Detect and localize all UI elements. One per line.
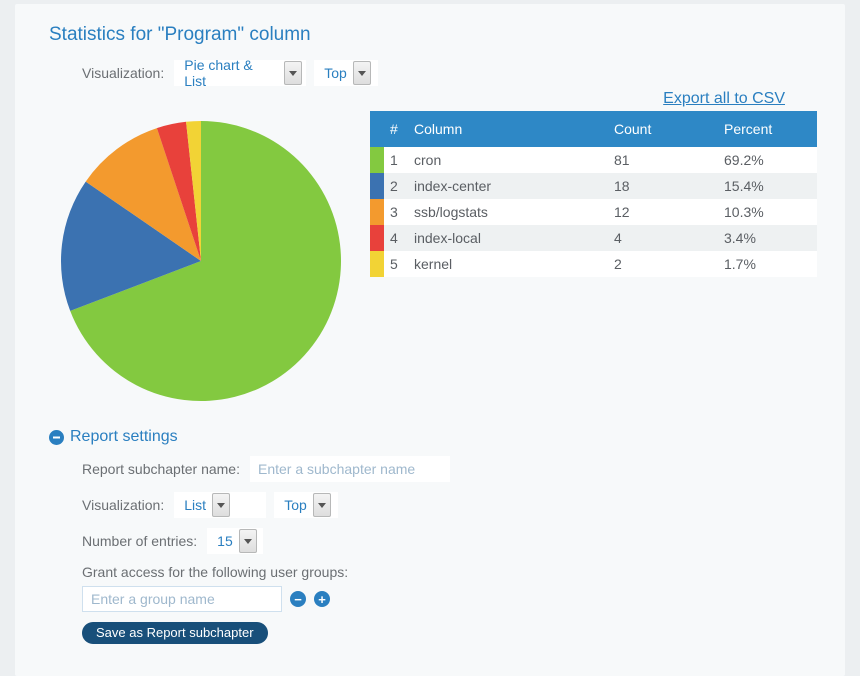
chevron-down-icon — [239, 529, 257, 553]
table-row: 5kernel21.7% — [370, 251, 817, 277]
row-percent: 10.3% — [724, 204, 817, 220]
visualization-type-value: Pie chart & List — [184, 57, 278, 89]
row-number: 4 — [384, 230, 414, 246]
row-count: 81 — [614, 152, 724, 168]
row-color-swatch — [370, 173, 384, 199]
row-number: 5 — [384, 256, 414, 272]
row-color-swatch — [370, 199, 384, 225]
col-percent-header: Percent — [724, 121, 817, 137]
table-header: # Column Count Percent — [370, 111, 817, 147]
report-settings-header[interactable]: Report settings — [49, 428, 817, 446]
row-count: 12 — [614, 204, 724, 220]
add-group-button[interactable]: + — [314, 591, 330, 607]
row-color-swatch — [370, 225, 384, 251]
row-column: ssb/logstats — [414, 204, 614, 220]
row-column: cron — [414, 152, 614, 168]
table-row: 1cron8169.2% — [370, 147, 817, 173]
table-row: 4index-local43.4% — [370, 225, 817, 251]
chevron-down-icon — [284, 61, 302, 85]
visualization-label: Visualization: — [82, 65, 164, 81]
col-num-header: # — [384, 121, 414, 137]
report-settings-title: Report settings — [70, 428, 178, 446]
remove-group-button[interactable]: − — [290, 591, 306, 607]
row-color-swatch — [370, 251, 384, 277]
number-of-entries-select[interactable]: 15 — [207, 528, 263, 554]
row-count: 18 — [614, 178, 724, 194]
row-percent: 69.2% — [724, 152, 817, 168]
settings-visualization-order-select[interactable]: Top — [274, 492, 338, 518]
table-row: 2index-center1815.4% — [370, 173, 817, 199]
row-column: index-local — [414, 230, 614, 246]
settings-visualization-type-value: List — [184, 497, 206, 513]
user-groups-label: Grant access for the following user grou… — [82, 564, 807, 580]
save-subchapter-button[interactable]: Save as Report subchapter — [82, 622, 268, 644]
stats-table: # Column Count Percent 1cron8169.2%2inde… — [370, 111, 817, 277]
pie-chart — [56, 116, 346, 406]
collapse-icon — [49, 430, 64, 445]
row-percent: 3.4% — [724, 230, 817, 246]
settings-visualization-type-select[interactable]: List — [174, 492, 266, 518]
subchapter-name-label: Report subchapter name: — [82, 461, 240, 477]
number-of-entries-label: Number of entries: — [82, 533, 197, 549]
panel-title: Statistics for "Program" column — [49, 24, 817, 46]
col-column-header: Column — [414, 121, 614, 137]
number-of-entries-value: 15 — [217, 533, 233, 549]
settings-visualization-label: Visualization: — [82, 497, 164, 513]
row-count: 2 — [614, 256, 724, 272]
report-settings: Report settings Report subchapter name: … — [49, 428, 817, 644]
chevron-down-icon — [212, 493, 230, 517]
col-count-header: Count — [614, 121, 724, 137]
row-column: index-center — [414, 178, 614, 194]
user-groups-input[interactable] — [82, 586, 282, 612]
visualization-order-select[interactable]: Top — [314, 60, 378, 86]
row-number: 2 — [384, 178, 414, 194]
row-column: kernel — [414, 256, 614, 272]
row-number: 3 — [384, 204, 414, 220]
settings-visualization-order-value: Top — [284, 497, 307, 513]
visualization-type-select[interactable]: Pie chart & List — [174, 60, 306, 86]
subchapter-name-input[interactable] — [250, 456, 450, 482]
export-csv-link[interactable]: Export all to CSV — [663, 90, 785, 108]
table-row: 3ssb/logstats1210.3% — [370, 199, 817, 225]
chevron-down-icon — [353, 61, 371, 85]
visualization-order-value: Top — [324, 65, 347, 81]
row-count: 4 — [614, 230, 724, 246]
row-color-swatch — [370, 147, 384, 173]
chevron-down-icon — [313, 493, 331, 517]
statistics-panel: Statistics for "Program" column Visualiz… — [15, 4, 845, 676]
row-percent: 1.7% — [724, 256, 817, 272]
row-number: 1 — [384, 152, 414, 168]
row-percent: 15.4% — [724, 178, 817, 194]
